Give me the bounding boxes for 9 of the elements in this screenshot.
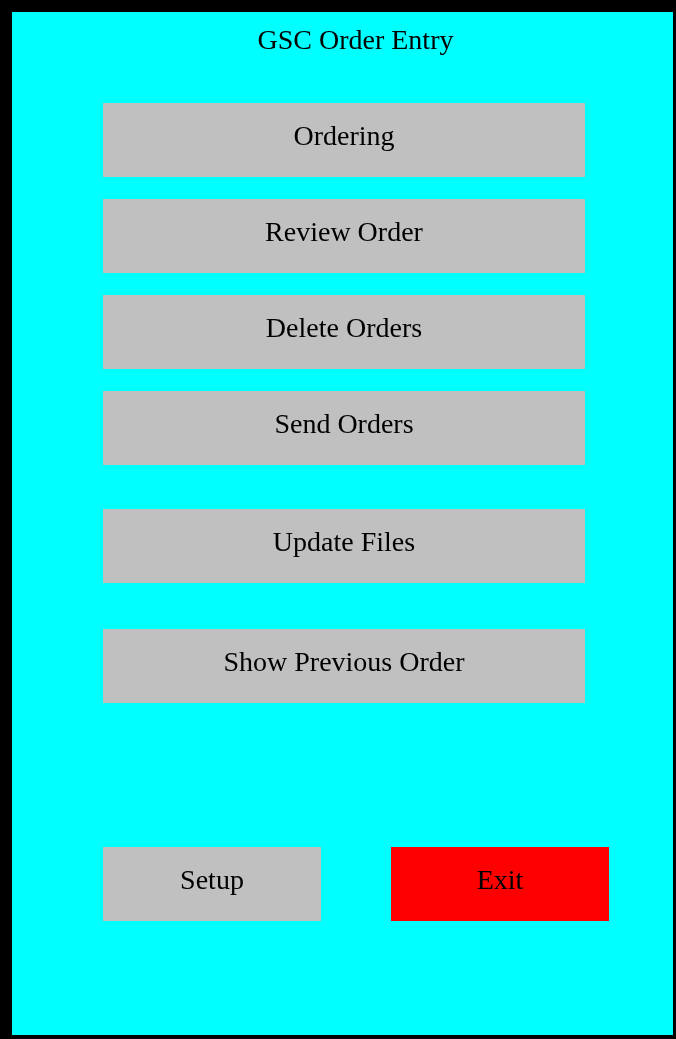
menu-button[interactable]: Ordering xyxy=(103,103,585,177)
menu-button[interactable]: Update Files xyxy=(103,509,585,583)
exit-button[interactable]: Exit xyxy=(391,847,609,921)
menu-button[interactable]: Delete Orders xyxy=(103,295,585,369)
setup-button[interactable]: Setup xyxy=(103,847,321,921)
menu-button[interactable]: Send Orders xyxy=(103,391,585,465)
menu-button[interactable]: Review Order xyxy=(103,199,585,273)
window-title: GSC Order Entry xyxy=(256,23,455,57)
menu-button[interactable]: Show Previous Order xyxy=(103,629,585,703)
